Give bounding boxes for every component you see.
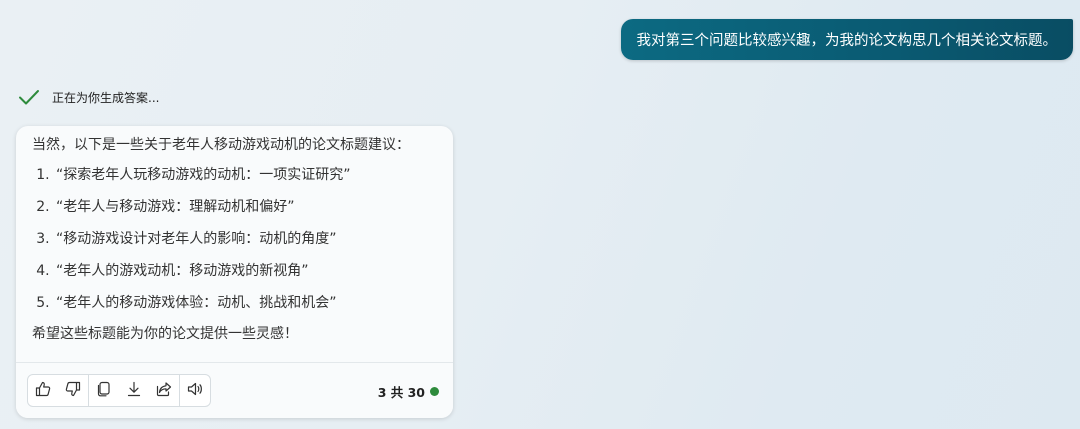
list-item: “老年人的移动游戏体验：动机、挑战和机会” (54, 293, 437, 313)
like-button[interactable] (28, 375, 58, 406)
response-outro: 希望这些标题能为你的论文提供一些灵感！ (32, 326, 298, 342)
user-message-bubble: 我对第三个问题比较感兴趣，为我的论文构思几个相关论文标题。 (620, 19, 1073, 60)
copy-button[interactable] (89, 375, 119, 406)
checkmark-icon (18, 86, 40, 108)
status-dot-icon (430, 387, 439, 396)
list-item: “探索老年人玩移动游戏的动机：一项实证研究” (54, 165, 437, 185)
download-icon (125, 380, 143, 402)
thumbs-up-icon (34, 380, 52, 402)
title-suggestion-list: “探索老年人玩移动游戏的动机：一项实证研究” “老年人与移动游戏：理解动机和偏好… (32, 165, 437, 313)
speaker-icon (186, 380, 204, 402)
page-count-text: 3 共 30 (377, 385, 425, 400)
share-button[interactable] (149, 375, 179, 406)
assistant-response-card: 当然，以下是一些关于老年人移动游戏动机的论文标题建议： “探索老年人玩移动游戏的… (16, 126, 453, 418)
list-item: “老年人的游戏动机：移动游戏的新视角” (54, 261, 437, 281)
list-item: “老年人与移动游戏：理解动机和偏好” (54, 197, 437, 217)
thumbs-down-icon (64, 380, 82, 402)
share-icon (155, 380, 173, 402)
dislike-button[interactable] (58, 375, 88, 406)
read-aloud-button[interactable] (180, 375, 210, 406)
response-body: 当然，以下是一些关于老年人移动游戏动机的论文标题建议： “探索老年人玩移动游戏的… (16, 126, 453, 344)
copy-icon (95, 380, 113, 402)
generation-status: 正在为你生成答案... (18, 86, 159, 108)
download-button[interactable] (119, 375, 149, 406)
response-intro: 当然，以下是一些关于老年人移动游戏动机的论文标题建议： (32, 137, 410, 153)
status-text: 正在为你生成答案... (52, 90, 160, 105)
response-footer: 3 共 30 (16, 362, 453, 418)
list-item: “移动游戏设计对老年人的影响：动机的角度” (54, 229, 437, 249)
feedback-toolbar (27, 374, 211, 407)
response-page-count: 3 共 30 (378, 382, 439, 401)
